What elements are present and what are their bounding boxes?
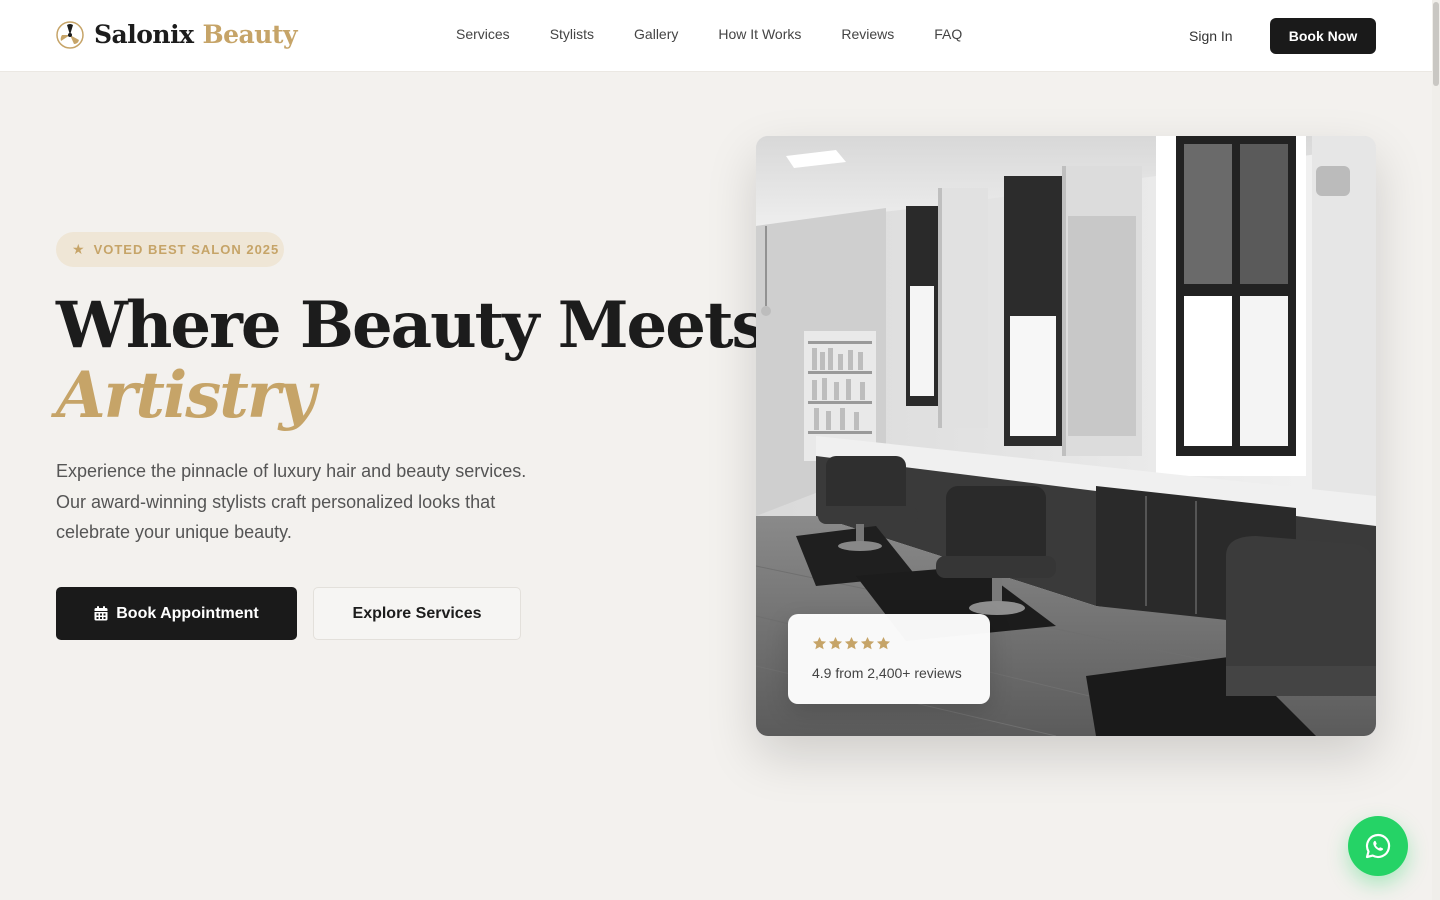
brand-logo[interactable]: Salonix Beauty	[56, 20, 298, 49]
scrollbar[interactable]	[1432, 0, 1440, 900]
whatsapp-button[interactable]	[1348, 816, 1408, 876]
sign-in-link[interactable]: Sign In	[1189, 28, 1233, 44]
book-appointment-label: Book Appointment	[116, 604, 259, 622]
nav-item-services[interactable]: Services	[456, 26, 510, 42]
scrollbar-thumb[interactable]	[1433, 2, 1439, 86]
book-appointment-button[interactable]: Book Appointment	[56, 587, 297, 640]
award-badge-text: VOTED BEST SALON 2025	[93, 242, 280, 257]
star-icon	[876, 636, 891, 650]
star-icon	[844, 636, 859, 650]
brand-name: Salonix	[94, 20, 194, 49]
hero-title: Where Beauty Meets	[56, 288, 768, 363]
nav-item-gallery[interactable]: Gallery	[634, 26, 678, 42]
rating-stars	[812, 636, 891, 651]
calendar-icon	[94, 606, 108, 621]
star-icon	[860, 636, 875, 650]
review-summary: 4.9 from 2,400+ reviews	[812, 665, 962, 681]
hero-description: Experience the pinnacle of luxury hair a…	[56, 461, 527, 542]
book-now-button[interactable]: Book Now	[1270, 18, 1376, 54]
propeller-logo-icon	[56, 20, 84, 49]
nav-item-reviews[interactable]: Reviews	[841, 26, 894, 42]
star-icon	[828, 636, 843, 650]
explore-services-button[interactable]: Explore Services	[313, 587, 521, 640]
nav-item-faq[interactable]: FAQ	[934, 26, 962, 42]
review-card: 4.9 from 2,400+ reviews	[788, 614, 990, 704]
brand-accent: Beauty	[202, 20, 298, 49]
star-icon	[812, 636, 827, 650]
site-header: Salonix Beauty Services Stylists Gallery…	[0, 0, 1432, 72]
nav-item-stylists[interactable]: Stylists	[550, 26, 594, 42]
whatsapp-icon	[1365, 833, 1391, 859]
award-badge: ★ VOTED BEST SALON 2025	[56, 232, 284, 267]
hero-title-accent: Artistry	[56, 358, 316, 433]
main-nav: Services Stylists Gallery How It Works R…	[456, 26, 1002, 42]
star-icon: ★	[72, 241, 85, 257]
nav-item-how-it-works[interactable]: How It Works	[718, 26, 801, 42]
